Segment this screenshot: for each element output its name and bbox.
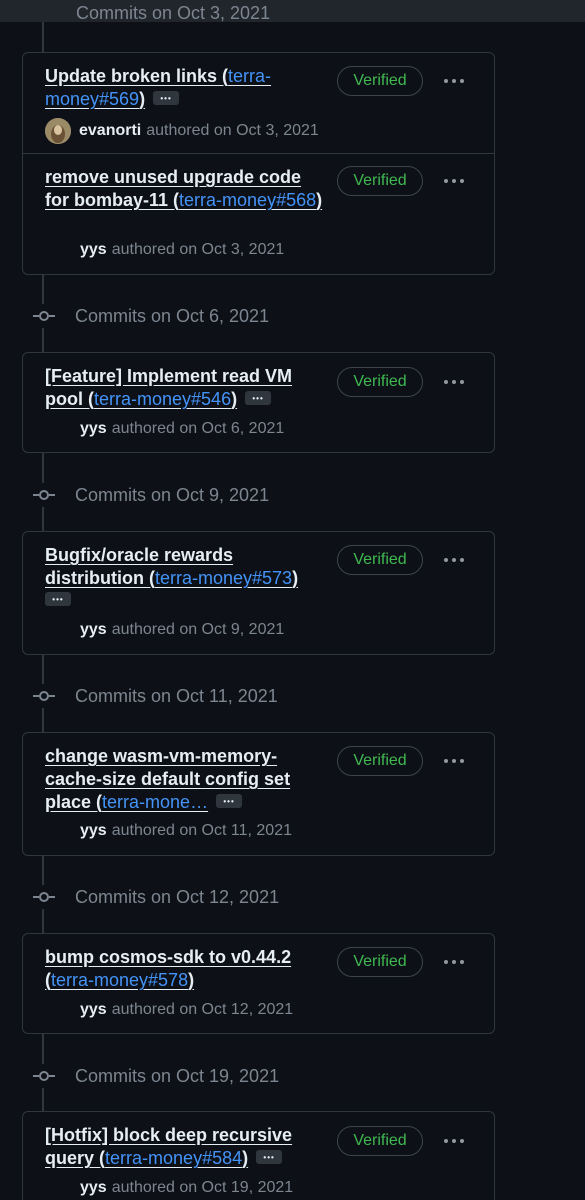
commit-row: Bugfix/oracle rewards distribution (terr… (23, 532, 494, 654)
git-commit-icon (32, 483, 56, 507)
commit-title-link[interactable]: Bugfix/oracle rewards distribution (terr… (45, 545, 298, 588)
commit-row: [Hotfix] block deep recursive query (ter… (23, 1112, 494, 1200)
commit-group-header: Commits on Oct 12, 2021 (32, 883, 279, 911)
author-name[interactable]: yys (80, 1179, 107, 1197)
commit-group-header: Commits on Oct 19, 2021 (32, 1062, 279, 1090)
group-title: Commits on Oct 9, 2021 (75, 484, 270, 505)
authored-date: authored on Oct 9, 2021 (111, 621, 285, 638)
git-commit-icon (32, 885, 56, 909)
expand-message-button[interactable] (245, 387, 272, 410)
author-name[interactable]: evanorti (79, 122, 141, 140)
more-options-icon[interactable] (441, 952, 467, 972)
more-options-icon[interactable] (441, 71, 467, 91)
top-bar: Commits on Oct 3, 2021 (0, 0, 585, 22)
commit-row: Update broken links (terra-money#569) ev… (23, 53, 494, 153)
commit-meta: yys authored on Oct 11, 2021 (80, 822, 292, 840)
partial-group-title: Commits on Oct 3, 2021 (76, 3, 271, 22)
commit-message: [Feature] Implement read VM pool (terra-… (45, 365, 323, 411)
commit-meta: yys authored on Oct 19, 2021 (80, 1179, 293, 1197)
commit-message: [Hotfix] block deep recursive query (ter… (45, 1124, 323, 1170)
commit-row: change wasm-vm-memory-cache-size default… (23, 733, 494, 855)
git-commit-icon (32, 1064, 56, 1088)
git-commit-icon (32, 304, 56, 328)
authored-date: authored on Oct 3, 2021 (146, 122, 319, 139)
author-name[interactable]: yys (80, 420, 107, 438)
authored-date: authored on Oct 3, 2021 (111, 241, 285, 258)
commit-group-card: Bugfix/oracle rewards distribution (terr… (22, 531, 495, 655)
commit-group-card: [Hotfix] block deep recursive query (ter… (22, 1111, 495, 1200)
commit-group-header: Commits on Oct 6, 2021 (32, 302, 269, 330)
group-title: Commits on Oct 11, 2021 (75, 685, 278, 706)
commit-row: [Feature] Implement read VM pool (terra-… (23, 353, 494, 452)
pr-link[interactable]: terra-money#573 (155, 568, 292, 588)
author-name[interactable]: yys (80, 621, 107, 639)
commit-group-header: Commits on Oct 11, 2021 (32, 682, 278, 710)
pr-link[interactable]: terra-money#546 (94, 389, 231, 409)
group-title: Commits on Oct 12, 2021 (75, 886, 280, 907)
avatar[interactable] (45, 118, 71, 144)
commit-message: Update broken links (terra-money#569) (45, 65, 323, 111)
commit-meta: yys authored on Oct 12, 2021 (80, 1001, 293, 1019)
verified-badge[interactable]: Verified (337, 545, 423, 575)
more-options-icon[interactable] (441, 372, 467, 392)
pr-link[interactable]: terra-mone… (102, 792, 208, 812)
more-options-icon[interactable] (441, 171, 467, 191)
commit-title-link[interactable]: remove unused upgrade code for bombay-11… (45, 167, 322, 210)
expand-message-button[interactable] (45, 588, 71, 611)
group-title: Commits on Oct 6, 2021 (75, 305, 270, 326)
commit-message: bump cosmos-sdk to v0.44.2 (terra-money#… (45, 946, 323, 992)
more-options-icon[interactable] (441, 550, 467, 570)
commit-title-link[interactable]: [Hotfix] block deep recursive query (ter… (45, 1125, 292, 1168)
commit-message: remove unused upgrade code for bombay-11… (45, 166, 323, 212)
commit-group-card: Update broken links (terra-money#569) ev… (22, 52, 495, 275)
author-name[interactable]: yys (80, 1001, 107, 1019)
commit-message: Bugfix/oracle rewards distribution (terr… (45, 544, 323, 611)
verified-badge[interactable]: Verified (337, 367, 423, 397)
commit-message: change wasm-vm-memory-cache-size default… (45, 745, 323, 814)
commit-meta: yys authored on Oct 9, 2021 (80, 621, 284, 639)
authored-date: authored on Oct 19, 2021 (111, 1179, 294, 1196)
expand-message-button[interactable] (256, 1146, 283, 1169)
author-name[interactable]: yys (80, 241, 107, 259)
pr-link[interactable]: terra-money#584 (105, 1148, 242, 1168)
verified-badge[interactable]: Verified (337, 166, 423, 196)
commit-group-card: [Feature] Implement read VM pool (terra-… (22, 352, 495, 453)
expand-message-button[interactable] (153, 87, 180, 110)
expand-message-button[interactable] (216, 790, 243, 813)
author-name[interactable]: yys (80, 822, 107, 840)
verified-badge[interactable]: Verified (337, 1126, 423, 1156)
commit-title-link[interactable]: bump cosmos-sdk to v0.44.2 (terra-money#… (45, 947, 291, 990)
pr-link[interactable]: terra-money#578 (51, 970, 188, 990)
git-commit-icon (32, 684, 56, 708)
verified-badge[interactable]: Verified (337, 66, 423, 96)
commit-title-link[interactable]: change wasm-vm-memory-cache-size default… (45, 746, 290, 812)
commit-row: remove unused upgrade code for bombay-11… (23, 153, 494, 274)
verified-badge[interactable]: Verified (337, 947, 423, 977)
authored-date: authored on Oct 11, 2021 (111, 822, 292, 839)
group-title: Commits on Oct 19, 2021 (75, 1065, 280, 1086)
commit-group-card: change wasm-vm-memory-cache-size default… (22, 732, 495, 856)
commit-row: bump cosmos-sdk to v0.44.2 (terra-money#… (23, 934, 494, 1033)
commit-meta: evanorti authored on Oct 3, 2021 (45, 118, 319, 144)
commit-group-card: bump cosmos-sdk to v0.44.2 (terra-money#… (22, 933, 495, 1034)
more-options-icon[interactable] (441, 1131, 467, 1151)
authored-date: authored on Oct 6, 2021 (111, 420, 285, 437)
authored-date: authored on Oct 12, 2021 (111, 1001, 294, 1018)
verified-badge[interactable]: Verified (337, 746, 423, 776)
pr-link[interactable]: terra-money#568 (179, 190, 316, 210)
more-options-icon[interactable] (441, 751, 467, 771)
commit-group-header: Commits on Oct 9, 2021 (32, 481, 269, 509)
commit-meta: yys authored on Oct 3, 2021 (80, 241, 284, 259)
commit-meta: yys authored on Oct 6, 2021 (80, 420, 284, 438)
